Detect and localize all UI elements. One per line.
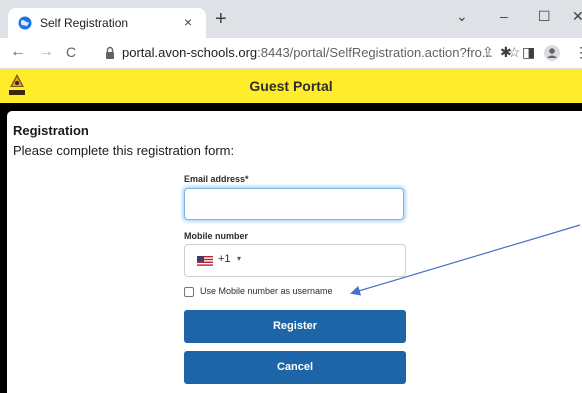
url-host: portal.avon-schools.org: [122, 45, 258, 60]
share-icon[interactable]: ⇪: [482, 44, 494, 61]
tab-close-icon[interactable]: ×: [184, 14, 192, 30]
use-mobile-label[interactable]: Use Mobile number as username: [200, 286, 333, 296]
email-field[interactable]: [184, 188, 404, 220]
registration-heading: Registration: [13, 123, 89, 138]
url-path: :8443/portal/SelfRegistration.action?fro…: [257, 45, 493, 60]
register-button[interactable]: Register: [184, 310, 406, 343]
profile-avatar-icon[interactable]: [544, 45, 560, 61]
sidebar-icon[interactable]: ◨: [522, 44, 535, 61]
use-mobile-checkbox[interactable]: [184, 287, 194, 297]
tab-search-icon[interactable]: ⌄: [456, 8, 468, 25]
country-code[interactable]: +1: [218, 253, 231, 265]
globe-icon: [18, 16, 32, 30]
extensions-icon[interactable]: ✱: [500, 44, 512, 61]
us-flag-icon[interactable]: [197, 256, 213, 266]
portal-title: Guest Portal: [249, 78, 333, 94]
minimize-button[interactable]: –: [500, 8, 508, 24]
maximize-button[interactable]: ☐: [538, 8, 551, 25]
browser-toolbar: ← → C portal.avon-schools.org:8443/porta…: [0, 38, 582, 69]
email-label: Email address*: [184, 174, 249, 184]
mobile-label: Mobile number: [184, 231, 249, 241]
url-text[interactable]: portal.avon-schools.org:8443/portal/Self…: [122, 45, 493, 60]
menu-icon[interactable]: ⋮: [574, 44, 582, 61]
registration-instructions: Please complete this registration form:: [13, 143, 235, 158]
new-tab-button[interactable]: +: [215, 9, 227, 29]
cancel-button[interactable]: Cancel: [184, 351, 406, 384]
back-button[interactable]: ←: [10, 43, 26, 61]
lock-icon: [106, 46, 114, 59]
forward-button[interactable]: →: [38, 43, 54, 61]
browser-tab-strip: Self Registration × + ⌄ – ☐ ✕: [0, 0, 582, 38]
address-bar[interactable]: portal.avon-schools.org:8443/portal/Self…: [96, 41, 526, 65]
chevron-down-icon[interactable]: ▾: [237, 254, 241, 263]
close-window-button[interactable]: ✕: [572, 8, 582, 25]
tab-title: Self Registration: [40, 16, 129, 30]
tab-self-registration[interactable]: Self Registration ×: [8, 8, 206, 38]
reload-button[interactable]: C: [66, 43, 76, 61]
portal-header: Guest Portal: [0, 69, 582, 103]
mobile-number-field[interactable]: +1 ▾: [184, 244, 406, 277]
